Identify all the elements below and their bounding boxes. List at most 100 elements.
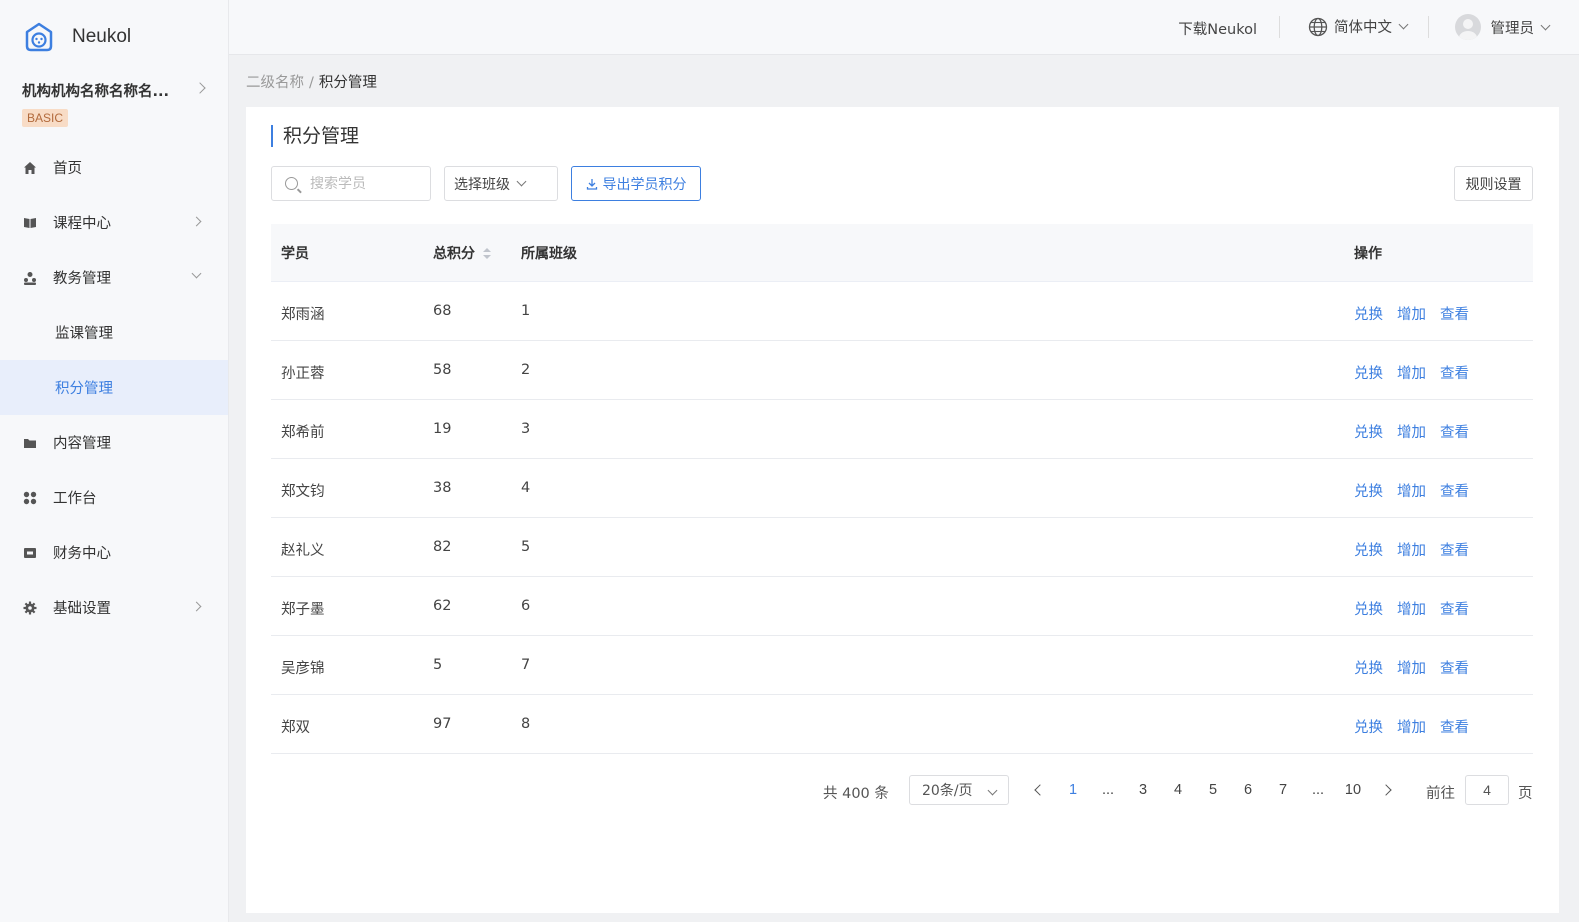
table-row: 郑雨涵 68 1 兑换 增加 查看 — [271, 282, 1533, 341]
add-link[interactable]: 增加 — [1397, 307, 1426, 323]
table-row: 郑希前 19 3 兑换 增加 查看 — [271, 400, 1533, 459]
search-box[interactable] — [271, 166, 431, 201]
page-number[interactable]: 1 — [1061, 782, 1085, 798]
chevron-down-icon — [987, 785, 998, 796]
exchange-link[interactable]: 兑换 — [1354, 366, 1383, 382]
users-icon — [22, 270, 38, 286]
row-actions: 兑换 增加 查看 — [1354, 539, 1483, 560]
table-row: 吴彦锦 5 7 兑换 增加 查看 — [271, 636, 1533, 695]
sidebar-item-settings[interactable]: 基础设置 — [0, 580, 228, 635]
gear-icon — [22, 600, 38, 616]
chevron-down-icon — [191, 268, 202, 279]
points-table: 学员 总积分 所属班级 操作 郑雨涵 68 1 兑换 增加 查看 孙正蓉 58 2 兑换 增加 查看郑… — [271, 224, 1533, 754]
rules-settings-button[interactable]: 规则设置 — [1454, 166, 1533, 201]
view-link[interactable]: 查看 — [1440, 307, 1469, 323]
breadcrumb-separator: / — [309, 75, 314, 91]
table-header: 学员 总积分 所属班级 操作 — [271, 224, 1533, 282]
view-link[interactable]: 查看 — [1440, 484, 1469, 500]
exchange-link[interactable]: 兑换 — [1354, 484, 1383, 500]
table-row: 赵礼义 82 5 兑换 增加 查看 — [271, 518, 1533, 577]
student-name: 孙正蓉 — [281, 366, 325, 382]
total-points: 68 — [433, 303, 452, 319]
exchange-link[interactable]: 兑换 — [1354, 602, 1383, 618]
add-link[interactable]: 增加 — [1397, 602, 1426, 618]
column-header-student: 学员 — [281, 245, 309, 262]
download-link[interactable]: 下载Neukol — [1178, 18, 1257, 39]
student-name: 吴彦锦 — [281, 661, 325, 677]
exchange-link[interactable]: 兑换 — [1354, 425, 1383, 441]
page-number[interactable]: 7 — [1271, 782, 1295, 798]
user-menu[interactable]: 管理员 — [1454, 14, 1551, 40]
language-selector[interactable]: 简体中文 — [1308, 16, 1409, 37]
add-link[interactable]: 增加 — [1397, 543, 1426, 559]
wallet-icon — [22, 545, 38, 561]
sidebar-item-label: 工作台 — [53, 491, 97, 507]
chevron-right-icon — [191, 216, 202, 227]
exchange-link[interactable]: 兑换 — [1354, 543, 1383, 559]
org-switcher[interactable]: 机构机构名称名称名... BASIC — [22, 80, 212, 127]
total-points: 19 — [433, 421, 452, 437]
export-points-button[interactable]: 导出学员积分 — [571, 166, 701, 201]
next-page-icon[interactable] — [1380, 784, 1392, 796]
total-points: 82 — [433, 539, 452, 555]
globe-icon — [1308, 17, 1328, 36]
sort-icon[interactable] — [483, 247, 491, 260]
class-select[interactable]: 选择班级 — [444, 166, 558, 201]
table-row: 孙正蓉 58 2 兑换 增加 查看 — [271, 341, 1533, 400]
page-number[interactable]: 4 — [1166, 782, 1190, 798]
page-number[interactable]: 6 — [1236, 782, 1260, 798]
sidebar-item-class-monitor[interactable]: 监课管理 — [0, 305, 228, 360]
view-link[interactable]: 查看 — [1440, 366, 1469, 382]
student-name: 赵礼义 — [281, 543, 325, 559]
search-input[interactable] — [310, 175, 420, 192]
language-label: 简体中文 — [1334, 20, 1392, 36]
sidebar-item-academic[interactable]: 教务管理 — [0, 250, 228, 305]
row-actions: 兑换 增加 查看 — [1354, 598, 1483, 619]
add-link[interactable]: 增加 — [1397, 720, 1426, 736]
exchange-link[interactable]: 兑换 — [1354, 720, 1383, 736]
total-points: 38 — [433, 480, 452, 496]
add-link[interactable]: 增加 — [1397, 366, 1426, 382]
page-number[interactable]: 3 — [1131, 782, 1155, 798]
page-ellipsis[interactable]: ... — [1306, 782, 1330, 798]
chevron-right-icon — [191, 601, 202, 612]
page-size-label: 20条/页 — [922, 783, 973, 799]
breadcrumb-parent[interactable]: 二级名称 — [246, 75, 304, 91]
sidebar-item-home[interactable]: 首页 — [0, 140, 228, 195]
plan-badge: BASIC — [22, 109, 69, 127]
sidebar-item-finance[interactable]: 财务中心 — [0, 525, 228, 580]
app-logo[interactable]: Neukol — [24, 22, 131, 52]
view-link[interactable]: 查看 — [1440, 602, 1469, 618]
view-link[interactable]: 查看 — [1440, 543, 1469, 559]
total-points: 62 — [433, 598, 452, 614]
prev-page-icon[interactable] — [1034, 784, 1046, 796]
view-link[interactable]: 查看 — [1440, 661, 1469, 677]
column-header-points[interactable]: 总积分 — [433, 243, 491, 263]
folder-icon — [22, 435, 38, 451]
add-link[interactable]: 增加 — [1397, 661, 1426, 677]
add-link[interactable]: 增加 — [1397, 425, 1426, 441]
exchange-link[interactable]: 兑换 — [1354, 307, 1383, 323]
add-link[interactable]: 增加 — [1397, 484, 1426, 500]
view-link[interactable]: 查看 — [1440, 425, 1469, 441]
sidebar-item-content[interactable]: 内容管理 — [0, 415, 228, 470]
total-count: 共 400 条 — [823, 786, 889, 802]
student-name: 郑文钧 — [281, 484, 325, 500]
breadcrumb-current: 积分管理 — [318, 75, 377, 91]
sidebar-item-points[interactable]: 积分管理 — [0, 360, 228, 415]
breadcrumb: 二级名称 / 积分管理 — [246, 71, 377, 92]
top-header: 下载Neukol 简体中文 管理员 — [229, 0, 1579, 55]
view-link[interactable]: 查看 — [1440, 720, 1469, 736]
sidebar-item-workbench[interactable]: 工作台 — [0, 470, 228, 525]
page-ellipsis[interactable]: ... — [1096, 782, 1120, 798]
exchange-link[interactable]: 兑换 — [1354, 661, 1383, 677]
page-number[interactable]: 5 — [1201, 782, 1225, 798]
sidebar-item-label: 积分管理 — [55, 381, 113, 397]
goto-page-input[interactable]: 4 — [1465, 775, 1509, 805]
student-name: 郑子墨 — [281, 602, 325, 618]
page-number[interactable]: 10 — [1341, 782, 1365, 798]
sidebar-item-course-center[interactable]: 课程中心 — [0, 195, 228, 250]
book-icon — [22, 215, 38, 231]
row-actions: 兑换 增加 查看 — [1354, 716, 1483, 737]
page-size-select[interactable]: 20条/页 — [909, 775, 1009, 805]
